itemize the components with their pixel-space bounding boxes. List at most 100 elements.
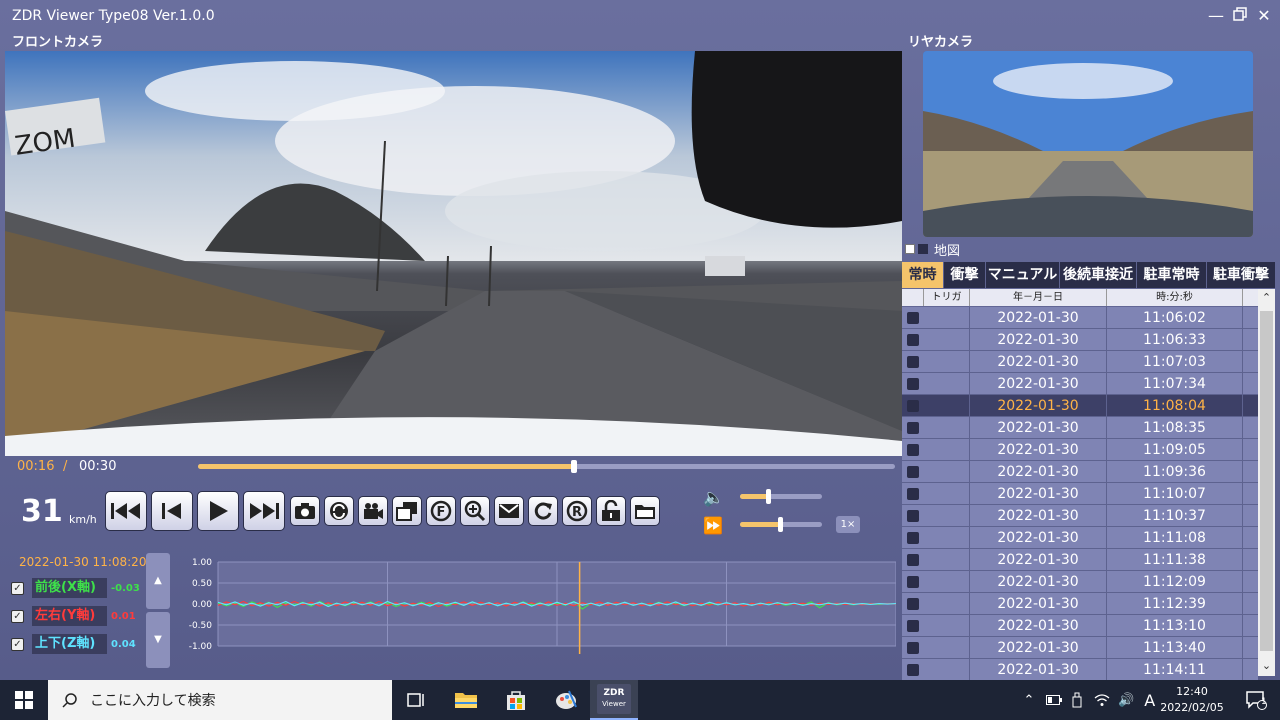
zdr-viewer-button[interactable]: ZDR Viewer	[590, 680, 638, 720]
rotate-button[interactable]	[324, 496, 354, 526]
gsensor-scroll-down[interactable]: ▼	[146, 612, 170, 668]
folder-button[interactable]	[630, 496, 660, 526]
wifi-icon[interactable]	[1094, 693, 1110, 707]
chevron-up-icon[interactable]: ⌃	[1258, 289, 1275, 306]
chevron-down-icon[interactable]: ⌄	[1258, 657, 1275, 674]
row-select-cell[interactable]	[902, 659, 924, 680]
row-checkbox[interactable]	[907, 641, 919, 654]
snapshot-button[interactable]	[290, 496, 320, 526]
row-select-cell[interactable]	[902, 549, 924, 570]
row-checkbox[interactable]	[907, 553, 919, 566]
playback-rate-slider[interactable]	[740, 517, 822, 532]
tab-parking-impact[interactable]: 駐車衝撃	[1207, 262, 1275, 288]
skip-previous-button[interactable]	[105, 491, 147, 531]
table-row[interactable]: 2022-01-30 11:06:02	[902, 307, 1258, 329]
play-button[interactable]	[197, 491, 239, 531]
close-icon[interactable]: ✕	[1253, 5, 1275, 27]
row-checkbox[interactable]	[907, 333, 919, 346]
tab-normal[interactable]: 常時	[902, 262, 944, 288]
row-checkbox[interactable]	[907, 509, 919, 522]
row-checkbox[interactable]	[907, 355, 919, 368]
zoom-button[interactable]	[460, 496, 490, 526]
table-row[interactable]: 2022-01-30 11:14:11	[902, 659, 1258, 680]
video-button[interactable]	[358, 496, 388, 526]
table-row[interactable]: 2022-01-30 11:08:04	[902, 395, 1258, 417]
tab-manual[interactable]: マニュアル	[986, 262, 1060, 288]
window-button[interactable]	[392, 496, 422, 526]
front-button[interactable]: F	[426, 496, 456, 526]
row-select-cell[interactable]	[902, 417, 924, 438]
col-trigger[interactable]: トリガ	[924, 289, 970, 306]
rear-camera-view[interactable]	[923, 51, 1253, 237]
usb-drive-icon[interactable]	[1072, 692, 1082, 708]
row-select-cell[interactable]	[902, 593, 924, 614]
taskbar-clock[interactable]: 12:40 2022/02/05	[1156, 684, 1228, 716]
table-row[interactable]: 2022-01-30 11:09:05	[902, 439, 1258, 461]
taskbar-search[interactable]: ここに入力して検索	[48, 680, 392, 720]
list-scrollbar[interactable]: ⌃ ⌄	[1258, 289, 1275, 676]
step-back-button[interactable]	[151, 491, 193, 531]
row-select-cell[interactable]	[902, 439, 924, 460]
map-checkbox[interactable]	[905, 244, 915, 254]
row-select-cell[interactable]	[902, 351, 924, 372]
row-select-cell[interactable]	[902, 373, 924, 394]
gsensor-scroll-up[interactable]: ▲	[146, 553, 170, 609]
gsensor-chart[interactable]: 1.00 0.50 0.00 -0.50 -1.00	[172, 552, 897, 668]
tab-approach[interactable]: 後続車接近	[1060, 262, 1137, 288]
table-row[interactable]: 2022-01-30 11:06:33	[902, 329, 1258, 351]
restore-icon[interactable]	[1229, 5, 1251, 27]
map-toggle[interactable]: 地図	[905, 239, 960, 259]
rear-button[interactable]: R	[562, 496, 592, 526]
row-select-cell[interactable]	[902, 461, 924, 482]
axis-y-checkbox[interactable]: ✓	[11, 609, 24, 623]
seek-bar[interactable]	[198, 460, 895, 473]
list-scrollbar-thumb[interactable]	[1260, 311, 1273, 651]
row-select-cell[interactable]	[902, 395, 924, 416]
axis-z-checkbox[interactable]: ✓	[11, 637, 24, 651]
skip-next-button[interactable]	[243, 491, 285, 531]
row-checkbox[interactable]	[907, 465, 919, 478]
table-row[interactable]: 2022-01-30 11:07:34	[902, 373, 1258, 395]
row-select-cell[interactable]	[902, 329, 924, 350]
playback-rate-thumb[interactable]	[778, 517, 783, 532]
volume-slider[interactable]	[740, 489, 822, 504]
row-checkbox[interactable]	[907, 663, 919, 676]
row-checkbox[interactable]	[907, 531, 919, 544]
table-row[interactable]: 2022-01-30 11:08:35	[902, 417, 1258, 439]
battery-icon[interactable]	[1046, 695, 1062, 705]
row-checkbox[interactable]	[907, 399, 919, 412]
store-button[interactable]	[492, 680, 540, 720]
row-select-cell[interactable]	[902, 615, 924, 636]
volume-icon[interactable]: 🔈	[703, 488, 724, 508]
seek-bar-thumb[interactable]	[571, 460, 578, 473]
playback-rate-badge[interactable]: 1×	[836, 516, 860, 533]
tab-impact[interactable]: 衝撃	[944, 262, 986, 288]
notification-button[interactable]: 1	[1232, 680, 1280, 720]
table-row[interactable]: 2022-01-30 11:09:36	[902, 461, 1258, 483]
row-select-cell[interactable]	[902, 571, 924, 592]
col-date[interactable]: 年－月－日	[970, 289, 1107, 306]
table-row[interactable]: 2022-01-30 11:10:37	[902, 505, 1258, 527]
task-view-button[interactable]	[392, 680, 440, 720]
row-select-cell[interactable]	[902, 307, 924, 328]
reload-button[interactable]	[528, 496, 558, 526]
minimize-icon[interactable]: —	[1205, 5, 1227, 27]
table-row[interactable]: 2022-01-30 11:13:10	[902, 615, 1258, 637]
row-checkbox[interactable]	[907, 421, 919, 434]
row-select-cell[interactable]	[902, 483, 924, 504]
row-select-cell[interactable]	[902, 637, 924, 658]
unlock-button[interactable]	[596, 496, 626, 526]
row-checkbox[interactable]	[907, 487, 919, 500]
row-checkbox[interactable]	[907, 377, 919, 390]
start-button[interactable]	[0, 680, 48, 720]
table-row[interactable]: 2022-01-30 11:11:08	[902, 527, 1258, 549]
front-camera-view[interactable]: ZOM	[5, 51, 902, 456]
row-checkbox[interactable]	[907, 597, 919, 610]
table-row[interactable]: 2022-01-30 11:12:39	[902, 593, 1258, 615]
row-select-cell[interactable]	[902, 527, 924, 548]
table-row[interactable]: 2022-01-30 11:07:03	[902, 351, 1258, 373]
row-checkbox[interactable]	[907, 443, 919, 456]
paint-app-button[interactable]	[542, 680, 590, 720]
col-time[interactable]: 時:分:秒	[1107, 289, 1243, 306]
table-row[interactable]: 2022-01-30 11:10:07	[902, 483, 1258, 505]
